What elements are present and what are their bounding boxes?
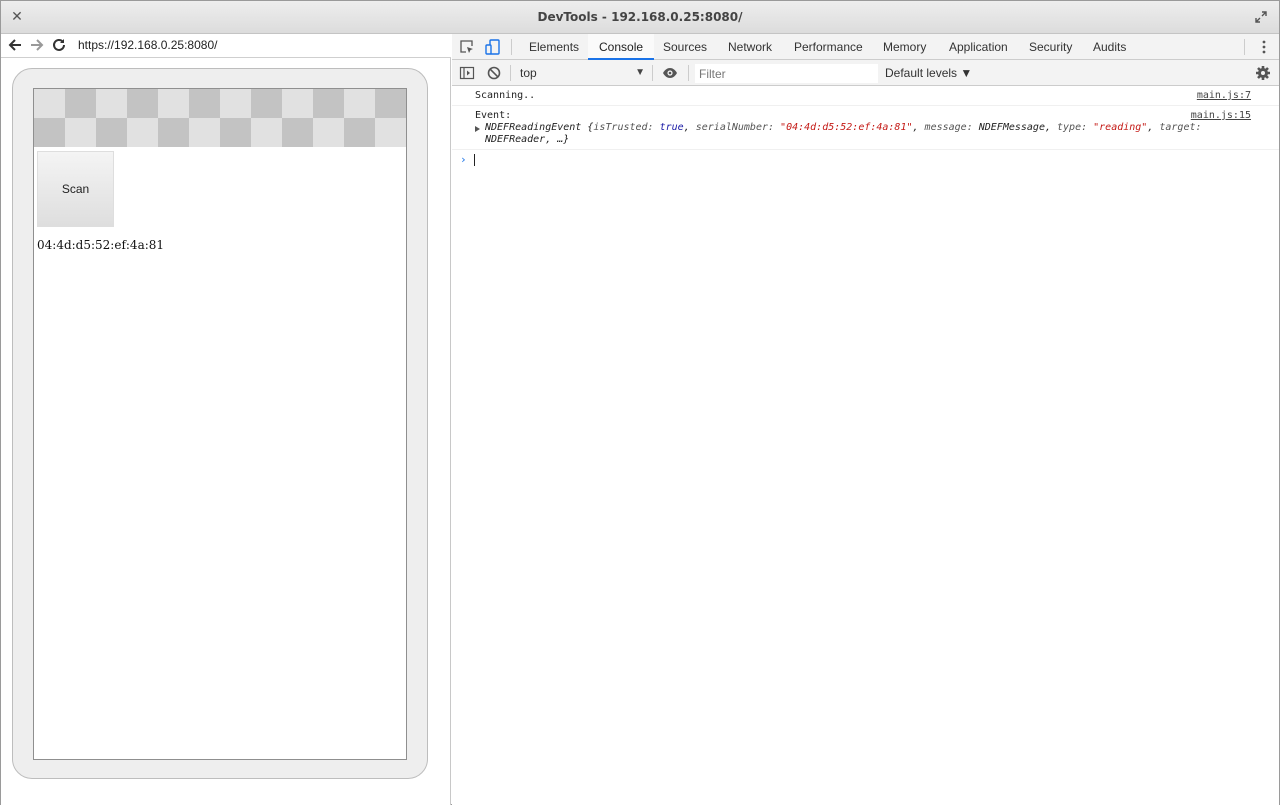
prop-key: message: <box>924 122 979 133</box>
checker-square <box>34 118 65 147</box>
checker-square <box>375 118 406 147</box>
tab-separator <box>1244 39 1245 55</box>
device-toggle-icon[interactable] <box>485 39 501 55</box>
prop-value-string: "reading" <box>1093 122 1148 133</box>
checkerboard-banner <box>34 89 406 147</box>
caret-down-icon: ▼ <box>635 67 645 78</box>
prop-value-string: "04:4d:d5:52:ef:4a:81" <box>780 122 913 133</box>
checker-square <box>344 89 375 118</box>
checker-square <box>375 89 406 118</box>
tab-application[interactable]: Application <box>938 34 1019 60</box>
source-link[interactable]: main.js:7 <box>1197 90 1251 102</box>
console-message: Scanning.. main.js:7 <box>452 86 1279 106</box>
object-class-name: NDEFReadingEvent <box>485 122 582 133</box>
prop-separator: , <box>1044 122 1058 133</box>
tab-separator <box>511 39 512 55</box>
serial-number-text: 04:4d:d5:52:ef:4a:81 <box>37 238 165 252</box>
tab-security[interactable]: Security <box>1018 34 1083 60</box>
checker-square <box>282 118 313 147</box>
text-caret <box>474 154 475 166</box>
devtools-window: ✕ DevTools - 192.168.0.25:8080/ https://… <box>0 0 1280 805</box>
prop-key: type: <box>1057 122 1094 133</box>
console-prompt[interactable]: › <box>452 150 1279 170</box>
devtools-panel: Elements Console Sources Network Perform… <box>452 34 1279 805</box>
tab-performance[interactable]: Performance <box>783 34 874 60</box>
inspect-element-icon[interactable] <box>459 39 475 55</box>
checker-square <box>251 118 282 147</box>
log-levels-dropdown[interactable]: Default levels ▼ <box>885 64 972 82</box>
more-vertical-icon[interactable] <box>1257 38 1271 56</box>
checker-square <box>127 89 158 118</box>
context-value: top <box>520 66 537 80</box>
checker-square <box>127 118 158 147</box>
devtools-tab-bar: Elements Console Sources Network Perform… <box>452 34 1279 60</box>
source-link[interactable]: main.js:15 <box>1191 110 1251 122</box>
console-toolbar: top ▼ Default levels ▼ <box>452 60 1279 86</box>
checker-square <box>158 89 189 118</box>
object-brace: { <box>581 122 594 133</box>
console-message: Event: main.js:15 NDEFReadingEvent {isTr… <box>452 106 1279 150</box>
title-bar: ✕ DevTools - 192.168.0.25:8080/ <box>1 1 1279 34</box>
checker-square <box>344 118 375 147</box>
tab-console[interactable]: Console <box>588 34 655 60</box>
toolbar-separator <box>688 65 689 81</box>
checker-square <box>34 89 65 118</box>
checker-square <box>65 89 96 118</box>
live-expression-eye-icon[interactable] <box>662 65 678 81</box>
checker-square <box>220 89 251 118</box>
device-nav-bar: https://192.168.0.25:8080/ <box>1 34 451 58</box>
console-message-text: Scanning.. <box>475 90 536 101</box>
settings-gear-icon[interactable] <box>1255 65 1271 81</box>
prop-key: serialNumber: <box>695 122 781 133</box>
tab-elements[interactable]: Elements <box>518 34 590 60</box>
console-output: Scanning.. main.js:7 Event: main.js:15 N… <box>452 86 1279 805</box>
prop-key: isTrusted: <box>593 122 660 133</box>
expand-triangle-icon[interactable] <box>475 126 480 132</box>
expand-icon[interactable] <box>1253 9 1269 25</box>
object-tail: , …} <box>545 134 570 145</box>
checker-square <box>189 89 220 118</box>
tab-memory[interactable]: Memory <box>872 34 937 60</box>
tab-sources[interactable]: Sources <box>652 34 718 60</box>
checker-square <box>313 89 344 118</box>
prop-separator: , <box>683 122 696 133</box>
prop-key: target: <box>1159 122 1202 133</box>
checker-square <box>96 118 127 147</box>
checker-square <box>189 118 220 147</box>
address-url[interactable]: https://192.168.0.25:8080/ <box>78 38 217 52</box>
checker-square <box>96 89 127 118</box>
toolbar-separator <box>652 65 653 81</box>
prop-value-object: NDEFReader <box>485 134 546 145</box>
clear-console-icon[interactable] <box>486 65 502 81</box>
device-frame: Scan 04:4d:d5:52:ef:4a:81 <box>12 68 428 779</box>
device-pane: https://192.168.0.25:8080/ Scan 04:4d:d5… <box>1 34 451 805</box>
console-message-text: Event: <box>475 110 512 121</box>
scan-button[interactable]: Scan <box>37 151 114 227</box>
checker-square <box>65 118 96 147</box>
back-arrow-icon[interactable] <box>7 37 23 53</box>
checker-square <box>158 118 189 147</box>
prop-separator: , <box>1147 122 1160 133</box>
forward-arrow-icon[interactable] <box>29 37 45 53</box>
prompt-chevron-icon: › <box>460 153 467 166</box>
toolbar-separator <box>510 65 511 81</box>
filter-input[interactable] <box>695 64 878 83</box>
checker-square <box>313 118 344 147</box>
context-selector[interactable]: top ▼ <box>513 64 649 82</box>
device-screen: Scan 04:4d:d5:52:ef:4a:81 <box>33 88 407 760</box>
checker-square <box>220 118 251 147</box>
prop-value-boolean: true <box>659 122 684 133</box>
prop-separator: , <box>912 122 925 133</box>
checker-square <box>282 89 313 118</box>
tab-audits[interactable]: Audits <box>1082 34 1137 60</box>
prop-value-object: NDEFMessage <box>978 122 1045 133</box>
object-preview[interactable]: NDEFReadingEvent {isTrusted: true, seria… <box>475 122 1251 146</box>
reload-icon[interactable] <box>51 37 67 53</box>
checker-square <box>251 89 282 118</box>
tab-network[interactable]: Network <box>717 34 783 60</box>
console-sidebar-icon[interactable] <box>459 65 475 81</box>
window-title: DevTools - 192.168.0.25:8080/ <box>537 10 743 24</box>
